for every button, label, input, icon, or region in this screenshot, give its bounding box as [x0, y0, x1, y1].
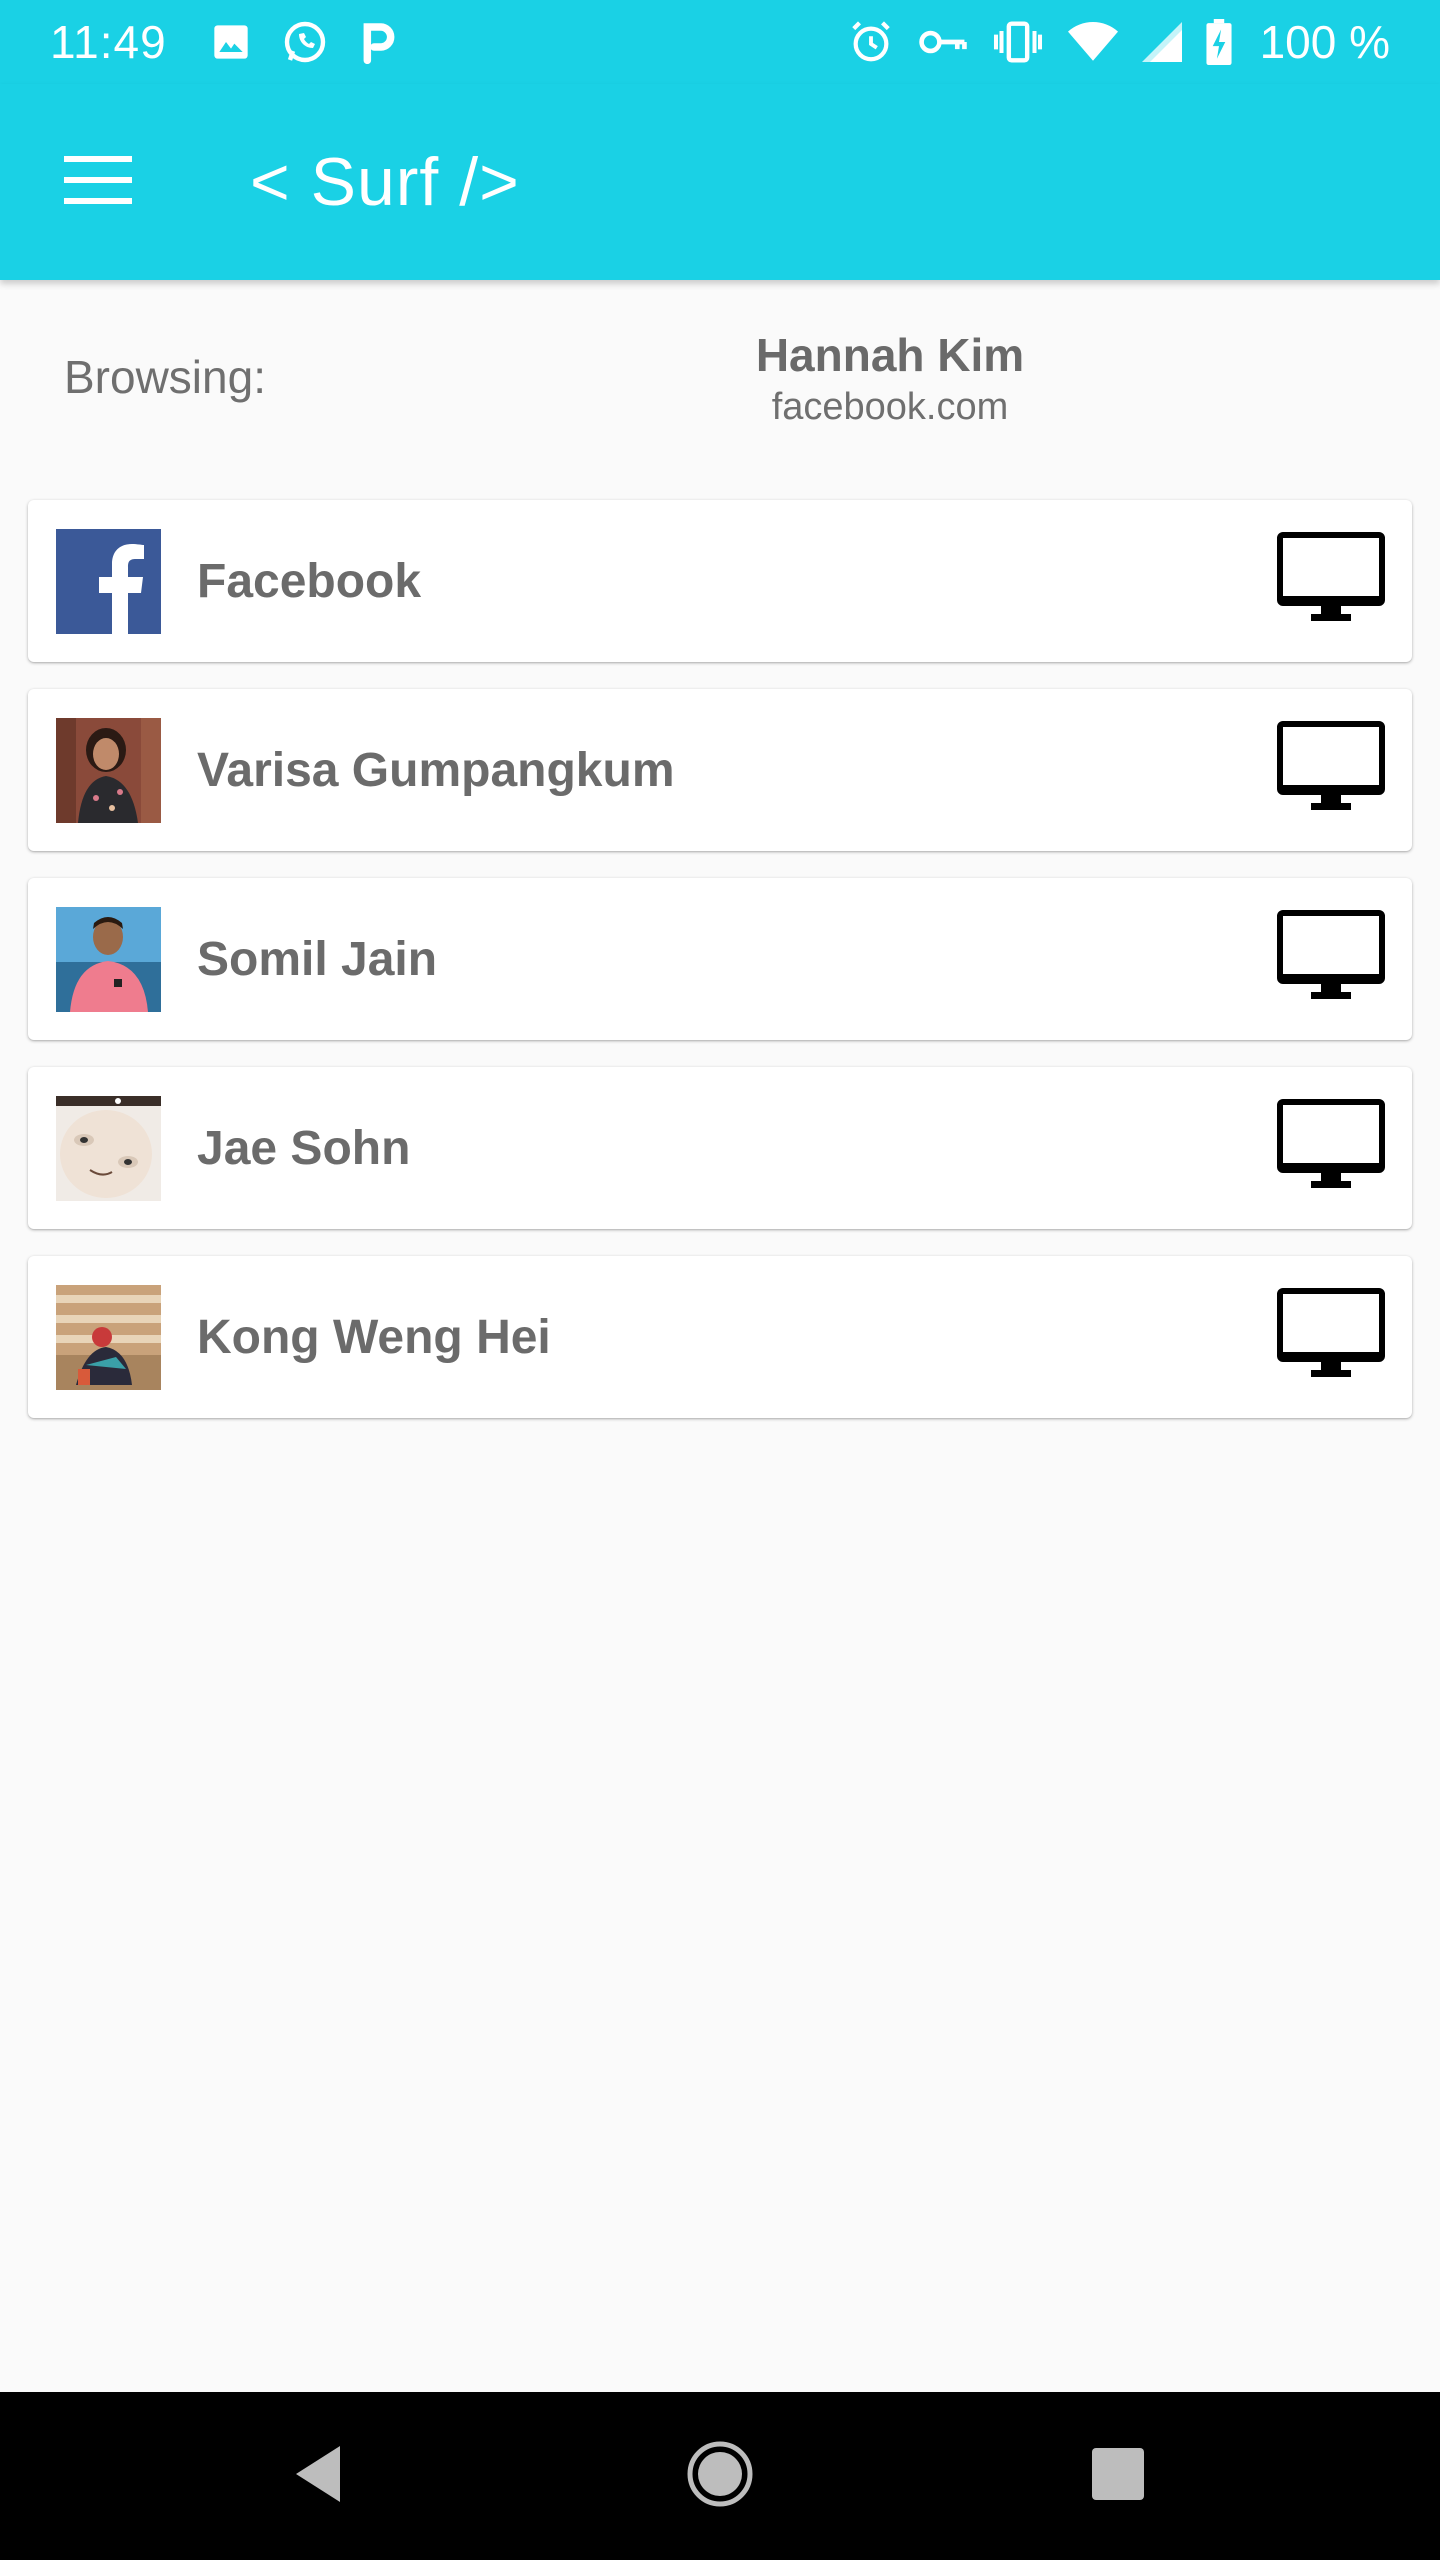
- avatar: [56, 906, 161, 1012]
- home-icon: [685, 2439, 755, 2514]
- cell-signal-icon: [1141, 22, 1182, 62]
- view-screen-button[interactable]: [1276, 1098, 1386, 1196]
- back-button[interactable]: [234, 2392, 402, 2560]
- contact-name: Jae Sohn: [197, 1121, 411, 1175]
- image-icon: [211, 22, 251, 62]
- vibrate-icon: [992, 20, 1044, 64]
- avatar: [56, 1284, 161, 1390]
- contact-card-varisa[interactable]: Varisa Gumpangkum: [28, 689, 1412, 851]
- monitor-icon: [1277, 909, 1385, 1007]
- avatar: [56, 717, 161, 823]
- back-icon: [288, 2442, 348, 2511]
- battery-percentage: 100 %: [1259, 16, 1390, 68]
- view-screen-button[interactable]: [1276, 909, 1386, 1007]
- monitor-icon: [1277, 1098, 1385, 1196]
- browsing-site: facebook.com: [771, 386, 1009, 428]
- home-button[interactable]: [636, 2392, 804, 2560]
- recents-button[interactable]: [1034, 2392, 1202, 2560]
- recents-icon: [1090, 2446, 1146, 2507]
- whatsapp-icon: [281, 18, 329, 66]
- facebook-logo-icon: [56, 528, 161, 634]
- alarm-icon: [848, 19, 894, 65]
- app-bar: < Surf />: [0, 84, 1440, 280]
- contact-list: Facebook Varisa Gumpangkum Somil Jain Ja…: [28, 500, 1412, 1445]
- notification-icons: [211, 18, 399, 66]
- contact-name: Varisa Gumpangkum: [197, 743, 675, 797]
- app-title: < Surf />: [250, 144, 520, 220]
- contact-name: Kong Weng Hei: [197, 1310, 551, 1364]
- contact-card-facebook[interactable]: Facebook: [28, 500, 1412, 662]
- contact-name: Somil Jain: [197, 932, 438, 986]
- navigation-bar: [0, 2392, 1440, 2560]
- status-time: 11:49: [50, 16, 167, 68]
- view-screen-button[interactable]: [1276, 1287, 1386, 1385]
- view-screen-button[interactable]: [1276, 531, 1386, 629]
- status-bar: 11:49 100 %: [0, 0, 1440, 84]
- contact-card-jae[interactable]: Jae Sohn: [28, 1067, 1412, 1229]
- contact-card-somil[interactable]: Somil Jain: [28, 878, 1412, 1040]
- parking-icon: [359, 20, 399, 64]
- monitor-icon: [1277, 720, 1385, 818]
- browsing-user: Hannah Kim facebook.com: [580, 328, 1200, 429]
- browsing-header: Browsing: Hannah Kim facebook.com: [0, 280, 1440, 480]
- monitor-icon: [1277, 1287, 1385, 1385]
- browsing-label: Browsing:: [64, 351, 266, 403]
- wifi-icon: [1067, 21, 1118, 63]
- battery-charging-icon: [1206, 19, 1232, 65]
- vpn-key-icon: [918, 22, 968, 62]
- system-icons: 100 %: [848, 15, 1390, 69]
- contact-card-kong[interactable]: Kong Weng Hei: [28, 1256, 1412, 1418]
- avatar: [56, 1095, 161, 1201]
- browsing-user-name: Hannah Kim: [755, 329, 1025, 381]
- monitor-icon: [1277, 531, 1385, 629]
- view-screen-button[interactable]: [1276, 720, 1386, 818]
- menu-button[interactable]: [0, 84, 196, 280]
- contact-name: Facebook: [197, 554, 422, 608]
- hamburger-menu-icon: [64, 154, 132, 211]
